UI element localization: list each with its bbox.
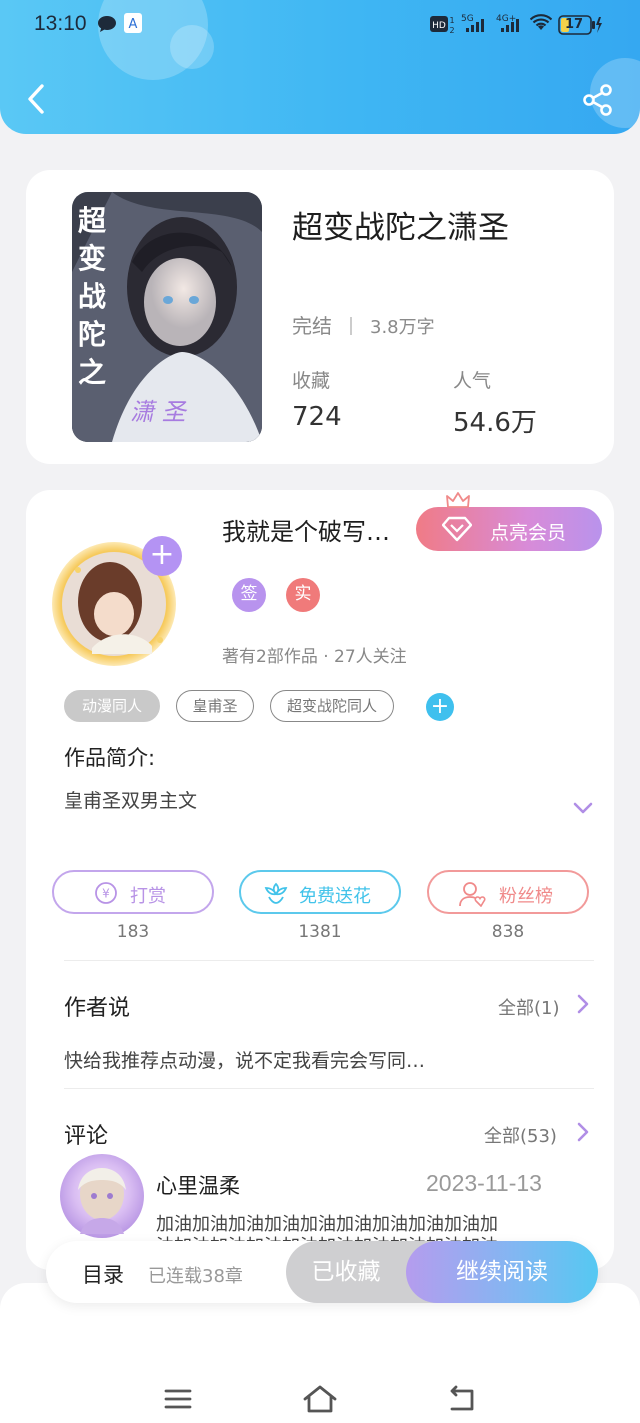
popularity-label: 人气: [453, 370, 492, 392]
author-avatar[interactable]: +: [48, 530, 188, 670]
author-works-info: 著有2部作品 · 27人关注: [222, 647, 407, 667]
send-flower-label: 免费送花: [299, 886, 371, 907]
popularity-value: 54.6万: [453, 408, 537, 438]
flower-count: 1381: [298, 922, 342, 942]
book-meta: 完结 3.8万字: [292, 310, 435, 339]
intro-label: 作品简介:: [64, 746, 156, 770]
fans-icon: [459, 881, 486, 908]
chevron-right-icon[interactable]: [576, 993, 590, 1015]
author-says-text[interactable]: 快给我推荐点动漫，说不定我看完会写同…: [64, 1046, 425, 1073]
intro-text: 皇甫圣双男主文: [64, 790, 198, 812]
chat-notification-icon: [97, 15, 117, 37]
vip-button-label: 点亮会员: [490, 522, 567, 544]
svg-text:1: 1: [449, 16, 454, 25]
svg-text:A: A: [129, 17, 138, 32]
chevron-down-icon[interactable]: [572, 800, 594, 816]
add-tag-button[interactable]: +: [426, 693, 454, 721]
svg-text:HD: HD: [432, 21, 446, 31]
book-status: 完结: [292, 314, 332, 338]
fans-count: 838: [491, 922, 525, 942]
author-says-title: 作者说: [64, 996, 131, 1021]
chevron-right-icon[interactable]: [576, 1121, 590, 1143]
menu-icon[interactable]: [162, 1383, 194, 1415]
svg-text:2: 2: [449, 26, 454, 34]
status-time: 13:10: [34, 12, 87, 35]
svg-text:5G: 5G: [461, 14, 474, 24]
author-card: + 我就是个破写… 点亮会员 签 实 著有2部作品 · 27人关注 动漫同人 皇…: [26, 490, 614, 1270]
comments-all-link[interactable]: 全部(53): [484, 1122, 557, 1148]
diamond-icon: [441, 516, 473, 547]
author-name[interactable]: 我就是个破写…: [222, 512, 390, 547]
favorites-label: 收藏: [292, 370, 331, 392]
cover-title-small: 潇 圣: [130, 398, 186, 426]
signal-4g-icon: 4G+: [495, 12, 525, 38]
book-title: 超变战陀之潇圣: [292, 210, 509, 246]
tag-chip[interactable]: 皇甫圣: [176, 690, 254, 722]
share-icon[interactable]: [580, 82, 616, 118]
follow-author-button[interactable]: +: [142, 536, 182, 576]
back-icon[interactable]: [22, 82, 52, 116]
comments-title: 评论: [64, 1124, 109, 1149]
reward-label: 打赏: [130, 886, 166, 907]
fans-ranking-label: 粉丝榜: [499, 886, 553, 907]
divider: [350, 317, 352, 335]
wifi-icon: [529, 14, 553, 36]
comment-date: 2023-11-13: [426, 1170, 542, 1196]
tag-chip[interactable]: 动漫同人: [64, 690, 160, 722]
table-of-contents-button[interactable]: 目录: [82, 1259, 124, 1289]
coin-icon: ¥: [94, 881, 118, 905]
send-flower-button[interactable]: 免费送花: [239, 870, 401, 914]
hd-icon: HD 1 2: [430, 14, 456, 38]
word-count: 3.8万字: [370, 317, 435, 338]
book-cover[interactable]: 超变战陀之 潇 圣: [72, 192, 262, 442]
app-notification-icon: A: [124, 13, 142, 37]
signal-5g-icon: 5G: [460, 12, 490, 38]
return-icon[interactable]: [446, 1383, 478, 1415]
status-bar: 13:10 A HD 1 2 5G 4G+ 17: [0, 0, 640, 50]
commenter-name[interactable]: 心里温柔: [156, 1170, 240, 1200]
fans-ranking-button[interactable]: 粉丝榜: [427, 870, 589, 914]
author-says-all-link[interactable]: 全部(1): [498, 994, 560, 1020]
crown-icon: [446, 491, 470, 514]
verified-badge: 实: [286, 578, 320, 612]
reading-action-bar: 目录 已连载38章 已收藏 继续阅读: [46, 1241, 598, 1303]
reward-button[interactable]: ¥ 打赏: [52, 870, 214, 914]
tag-chip[interactable]: 超变战陀同人: [270, 690, 394, 722]
svg-text:¥: ¥: [102, 887, 110, 901]
vip-membership-button[interactable]: 点亮会员: [416, 492, 602, 551]
cover-title-text: 超变战陀之: [78, 204, 107, 389]
header: 13:10 A HD 1 2 5G 4G+ 17: [0, 0, 640, 134]
home-icon[interactable]: [302, 1383, 337, 1415]
commenter-avatar[interactable]: [60, 1154, 144, 1238]
battery-level: 17: [565, 17, 584, 32]
divider: [64, 1088, 594, 1089]
system-nav-bar: [0, 1283, 640, 1423]
signed-author-badge: 签: [232, 578, 266, 612]
chapter-count: 已连载38章: [148, 1266, 243, 1287]
reward-count: 183: [116, 922, 150, 942]
flower-icon: [263, 881, 288, 905]
book-info-card: 超变战陀之 潇 圣 超变战陀之潇圣 完结 3.8万字 收藏 724 人气 54.6…: [26, 170, 614, 464]
favorites-value: 724: [292, 402, 342, 432]
continue-reading-button[interactable]: 继续阅读: [406, 1241, 598, 1303]
divider: [64, 960, 594, 961]
